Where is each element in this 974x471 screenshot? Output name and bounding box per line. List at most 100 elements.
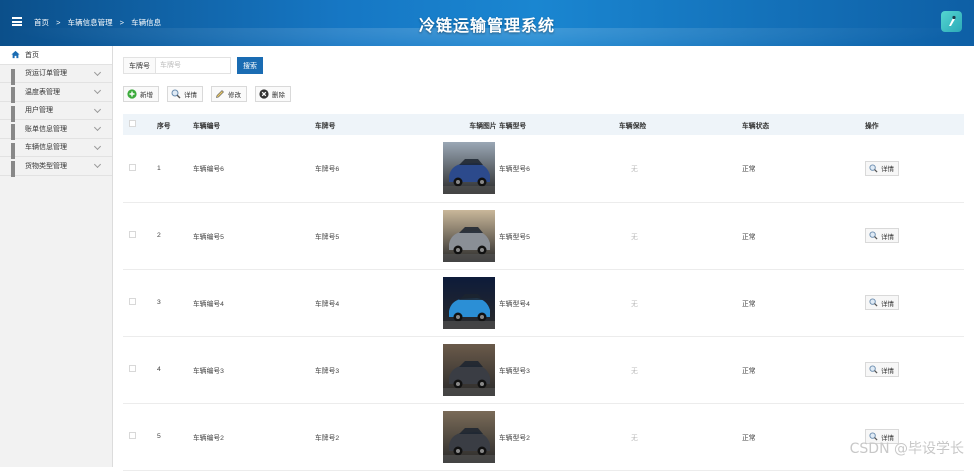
- sidebar-item-home[interactable]: 首页: [0, 46, 112, 65]
- cell-plate: 车牌号4: [315, 269, 449, 336]
- main-content: 车牌号 搜索 新增 详情 修改 删除: [113, 46, 974, 467]
- sidebar-item-temperature[interactable]: 温度表管理: [0, 83, 112, 102]
- cell-plate: 车牌号3: [315, 336, 449, 403]
- column-header: 序号: [157, 114, 193, 135]
- search-icon: [869, 298, 878, 307]
- vehicle-table: 序号 车辆编号 车牌号 车辆图片 车辆型号 车辆保险 车辆状态 操作 1车辆编号…: [123, 114, 964, 471]
- select-all-checkbox[interactable]: [129, 120, 136, 127]
- sidebar-item-label: 温度表管理: [25, 87, 60, 97]
- detail-button[interactable]: 详情: [167, 86, 203, 102]
- sidebar: 首页 货运订单管理 温度表管理 用户管理 账单信息管理 车辆信息管理 货物类型管…: [0, 46, 113, 467]
- cell-status: 正常: [742, 202, 865, 269]
- cell-vehicle-code: 车辆编号5: [193, 202, 315, 269]
- row-checkbox[interactable]: [129, 365, 136, 372]
- chevron-down-icon: [94, 124, 101, 131]
- column-header: 车辆保险: [619, 114, 742, 135]
- table-row: 2车辆编号5车牌号5车辆型号5无正常详情: [123, 202, 964, 269]
- search-button[interactable]: 搜索: [237, 57, 263, 74]
- cell-index: 2: [157, 202, 193, 269]
- cell-insurance: 无: [619, 403, 742, 470]
- table-row: 5车辆编号2车牌号2车辆型号2无正常详情: [123, 403, 964, 470]
- search-input[interactable]: [155, 57, 231, 74]
- vehicle-image[interactable]: [443, 277, 495, 329]
- chevron-down-icon: [94, 68, 101, 75]
- cell-model: 车辆型号6: [499, 135, 619, 202]
- grid-icon: [11, 106, 20, 115]
- delete-button[interactable]: 删除: [255, 86, 291, 102]
- row-checkbox[interactable]: [129, 432, 136, 439]
- chevron-down-icon: [94, 105, 101, 112]
- table-row: 3车辆编号4车牌号4车辆型号4无正常详情: [123, 269, 964, 336]
- cell-status: 正常: [742, 336, 865, 403]
- table-header-row: 序号 车辆编号 车牌号 车辆图片 车辆型号 车辆保险 车辆状态 操作: [123, 114, 964, 135]
- sidebar-item-vehicles[interactable]: 车辆信息管理: [0, 139, 112, 158]
- cell-insurance: 无: [619, 269, 742, 336]
- sidebar-item-label: 货物类型管理: [25, 161, 67, 171]
- sidebar-item-cargo-types[interactable]: 货物类型管理: [0, 157, 112, 176]
- grid-icon: [11, 161, 20, 170]
- cell-image: [449, 403, 499, 470]
- avatar[interactable]: [941, 11, 962, 32]
- search-bar: 车牌号 搜索: [123, 57, 263, 74]
- cell-image: [449, 202, 499, 269]
- column-header: 车牌号: [315, 114, 449, 135]
- grid-icon: [11, 69, 20, 78]
- cell-image: [449, 135, 499, 202]
- cell-image: [449, 269, 499, 336]
- search-icon: [869, 231, 878, 240]
- cell-vehicle-code: 车辆编号3: [193, 336, 315, 403]
- sidebar-item-label: 用户管理: [25, 105, 53, 115]
- search-icon: [869, 365, 878, 374]
- app-title: 冷链运输管理系统: [0, 12, 974, 36]
- row-detail-button[interactable]: 详情: [865, 228, 899, 243]
- row-detail-label: 详情: [881, 163, 894, 173]
- row-checkbox[interactable]: [129, 298, 136, 305]
- watermark: CSDN @毕设学长: [850, 438, 964, 458]
- sidebar-item-label: 货运订单管理: [25, 68, 67, 78]
- row-detail-label: 详情: [881, 231, 894, 241]
- vehicle-image[interactable]: [443, 411, 495, 463]
- row-checkbox[interactable]: [129, 164, 136, 171]
- add-button[interactable]: 新增: [123, 86, 159, 102]
- add-button-label: 新增: [140, 89, 153, 99]
- row-detail-button[interactable]: 详情: [865, 362, 899, 377]
- table-row: 4车辆编号3车牌号3车辆型号3无正常详情: [123, 336, 964, 403]
- pencil-icon: [215, 89, 225, 99]
- cell-index: 5: [157, 403, 193, 470]
- grid-icon: [11, 87, 20, 96]
- row-detail-button[interactable]: 详情: [865, 295, 899, 310]
- column-header: 操作: [865, 114, 964, 135]
- cell-index: 1: [157, 135, 193, 202]
- search-icon: [869, 164, 878, 173]
- table-row: 1车辆编号6车牌号6车辆型号6无正常详情: [123, 135, 964, 202]
- vehicle-image[interactable]: [443, 210, 495, 262]
- vehicle-image[interactable]: [443, 344, 495, 396]
- edit-button[interactable]: 修改: [211, 86, 247, 102]
- sidebar-item-users[interactable]: 用户管理: [0, 102, 112, 121]
- delete-icon: [259, 89, 269, 99]
- cell-insurance: 无: [619, 202, 742, 269]
- vehicle-image[interactable]: [443, 142, 495, 194]
- plus-circle-icon: [127, 89, 137, 99]
- grid-icon: [11, 124, 20, 133]
- cell-index: 4: [157, 336, 193, 403]
- user-avatar-icon: [941, 11, 962, 32]
- cell-vehicle-code: 车辆编号6: [193, 135, 315, 202]
- search-icon: [171, 89, 181, 99]
- row-detail-button[interactable]: 详情: [865, 161, 899, 176]
- detail-button-label: 详情: [184, 89, 197, 99]
- cell-plate: 车牌号2: [315, 403, 449, 470]
- cell-plate: 车牌号5: [315, 202, 449, 269]
- chevron-down-icon: [94, 161, 101, 168]
- cell-model: 车辆型号2: [499, 403, 619, 470]
- cell-index: 3: [157, 269, 193, 336]
- sidebar-item-freight-orders[interactable]: 货运订单管理: [0, 65, 112, 84]
- chevron-down-icon: [94, 142, 101, 149]
- sidebar-item-billing[interactable]: 账单信息管理: [0, 120, 112, 139]
- column-header: 车辆状态: [742, 114, 865, 135]
- row-checkbox[interactable]: [129, 231, 136, 238]
- toolbar: 新增 详情 修改 删除: [123, 86, 299, 102]
- cell-status: 正常: [742, 403, 865, 470]
- column-header: 车辆型号: [499, 114, 619, 135]
- grid-icon: [11, 143, 20, 152]
